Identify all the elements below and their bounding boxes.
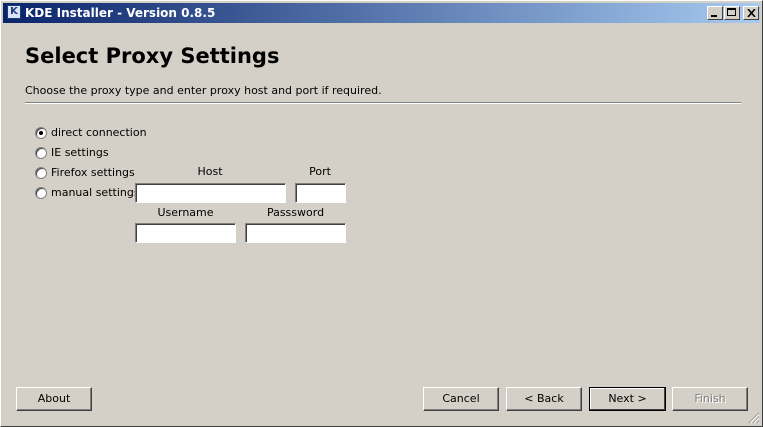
about-button[interactable]: About <box>16 387 92 411</box>
radio-label: IE settings <box>51 146 109 159</box>
radio-label: Firefox settings <box>51 166 135 179</box>
password-input[interactable] <box>245 223 346 243</box>
username-label: Username <box>157 206 214 219</box>
window-title: KDE Installer - Version 0.8.5 <box>25 6 216 20</box>
host-label: Host <box>197 165 223 178</box>
host-input[interactable] <box>135 183 286 203</box>
header-separator <box>25 102 741 104</box>
next-button[interactable]: Next > <box>589 387 666 411</box>
resize-grip-icon[interactable] <box>748 412 760 424</box>
page-title: Select Proxy Settings <box>25 44 280 68</box>
port-label: Port <box>309 165 331 178</box>
maximize-button[interactable] <box>724 6 740 20</box>
radio-label: manual settings <box>51 186 140 199</box>
page-subtitle: Choose the proxy type and enter proxy ho… <box>25 84 382 97</box>
minimize-button[interactable] <box>707 6 723 20</box>
finish-button: Finish <box>672 387 748 411</box>
radio-button[interactable] <box>35 167 47 179</box>
radio-button[interactable] <box>35 127 47 139</box>
radio-label: direct connection <box>51 126 147 139</box>
username-input[interactable] <box>135 223 236 243</box>
port-input[interactable] <box>295 183 346 203</box>
cancel-button[interactable]: Cancel <box>423 387 499 411</box>
close-button[interactable] <box>743 6 759 20</box>
title-bar[interactable]: K KDE Installer - Version 0.8.5 <box>3 3 760 23</box>
back-button[interactable]: < Back <box>506 387 582 411</box>
radio-button[interactable] <box>35 147 47 159</box>
installer-window: K KDE Installer - Version 0.8.5 Select P… <box>0 0 763 427</box>
radio-button[interactable] <box>35 187 47 199</box>
close-icon <box>747 9 756 17</box>
password-label: Passsword <box>266 206 325 219</box>
kde-app-icon: K <box>7 5 21 19</box>
